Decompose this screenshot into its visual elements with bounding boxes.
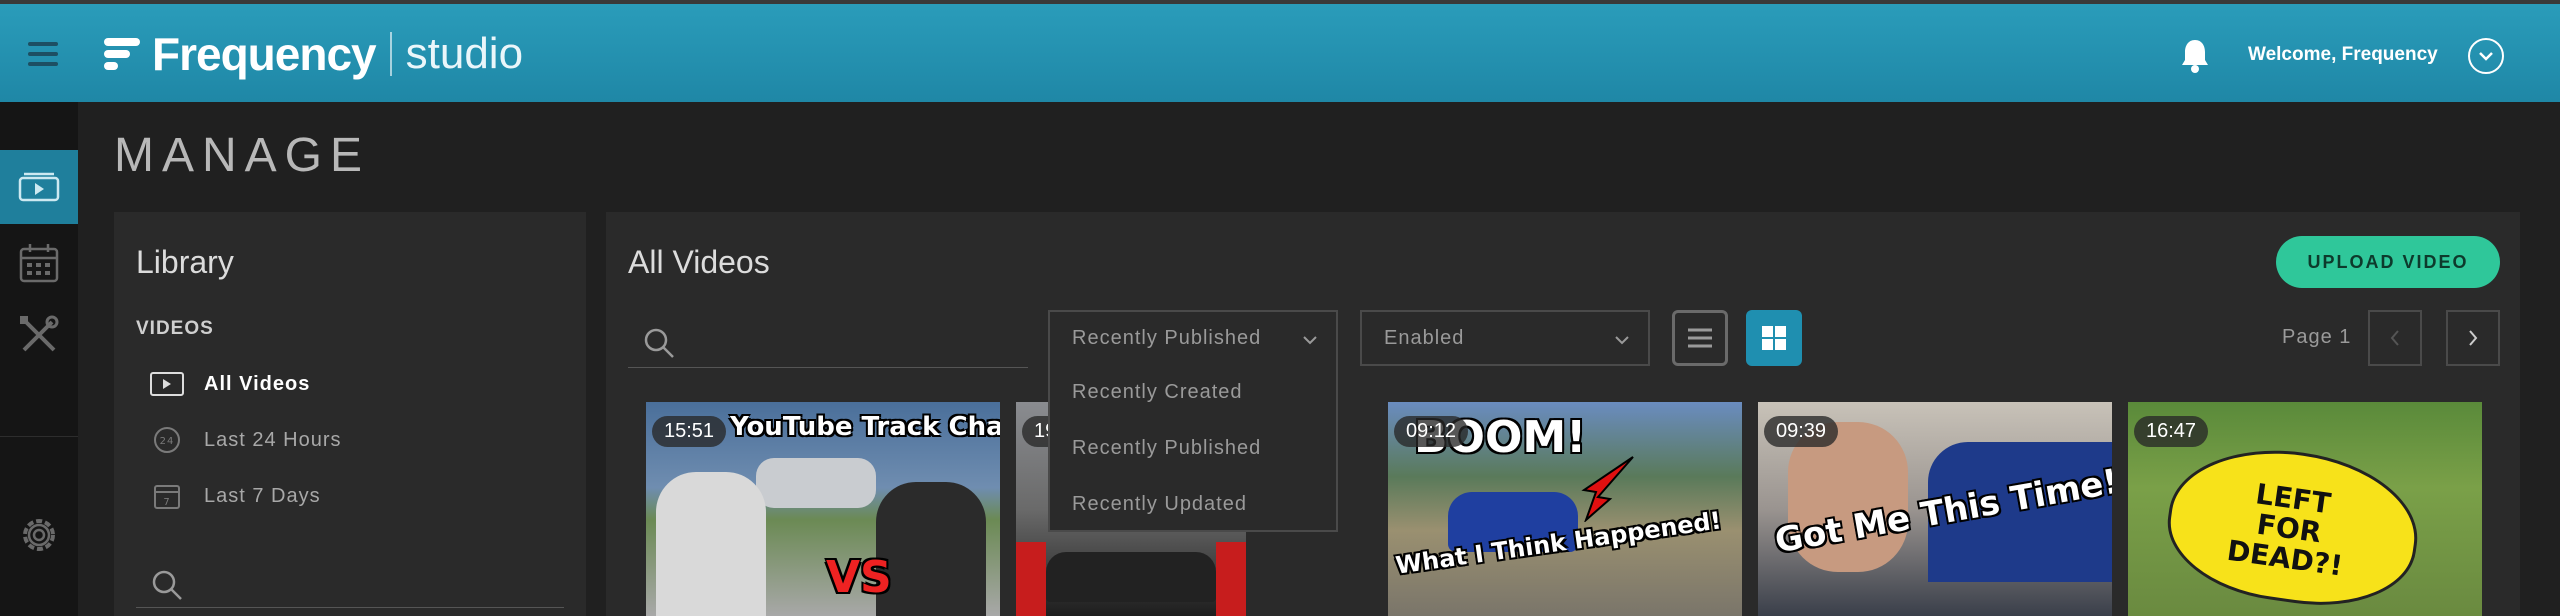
thumbnail-person: [656, 472, 766, 616]
list-view-icon: [1688, 328, 1712, 348]
thumbnail-text: LEFT FOR DEAD?!: [2225, 477, 2345, 583]
hamburger-menu-icon[interactable]: [28, 42, 58, 66]
video-card[interactable]: 15:51 YouTube Track Challenge VS: [646, 402, 1000, 616]
thumbnail-text: YouTube Track Challenge: [730, 412, 1000, 442]
video-card[interactable]: 09:12 BOOM! What I Think Happened!: [1388, 402, 1742, 616]
library-item-label: Last 7 Days: [204, 484, 321, 507]
thumbnail-lift: [1216, 542, 1246, 616]
library-search-input[interactable]: [136, 558, 564, 608]
clock-24-icon: 24: [150, 426, 184, 454]
status-select[interactable]: Enabled: [1360, 310, 1650, 366]
welcome-message: Welcome, Frequency: [2248, 44, 2438, 65]
video-duration: 15:51: [652, 416, 727, 447]
video-duration: 09:12: [1394, 416, 1469, 447]
rail-video-library-icon[interactable]: [0, 150, 78, 224]
thumbnail-lift: [1016, 542, 1046, 616]
rail-tools-icon[interactable]: [0, 298, 78, 372]
library-item-last-7-days[interactable]: 7 Last 7 Days: [150, 480, 321, 512]
library-item-label: Last 24 Hours: [204, 428, 342, 451]
videos-panel: All Videos UPLOAD VIDEO Recently Publish…: [606, 212, 2520, 616]
library-item-label: All Videos: [204, 372, 311, 395]
sort-selected-value: Recently Published: [1072, 326, 1262, 349]
sort-select[interactable]: Recently Published: [1048, 310, 1338, 366]
previous-page-button[interactable]: [2368, 310, 2422, 366]
grid-view-icon: [1762, 326, 1786, 350]
video-duration: 09:39: [1764, 416, 1839, 447]
svg-text:24: 24: [160, 436, 175, 447]
calendar-7-icon: 7: [150, 482, 184, 510]
rail-settings-gear-icon[interactable]: [0, 498, 78, 572]
svg-text:7: 7: [163, 497, 170, 508]
thumbnail-person: [876, 482, 986, 616]
video-icon: [150, 370, 184, 398]
search-icon: [152, 570, 182, 600]
sort-option-recently-published[interactable]: Recently Published: [1050, 420, 1336, 476]
sort-option-recently-updated[interactable]: Recently Updated: [1050, 476, 1336, 532]
red-arrow-icon: [1581, 456, 1634, 522]
notifications-bell-icon[interactable]: [2180, 38, 2210, 74]
chevron-left-icon: [2390, 330, 2399, 346]
rail-divider: [0, 436, 78, 437]
video-duration: 16:47: [2134, 416, 2209, 447]
frequency-studio-logo[interactable]: Frequency studio: [100, 26, 523, 82]
brand-name: Frequency: [152, 28, 377, 80]
top-bar: Frequency studio Welcome, Frequency: [0, 0, 2560, 102]
frequency-logo-mark-icon: [100, 34, 144, 74]
library-item-all-videos[interactable]: All Videos: [150, 368, 310, 400]
list-view-button[interactable]: [1672, 310, 1728, 366]
library-item-last-24-hours[interactable]: 24 Last 24 Hours: [150, 424, 342, 456]
page-title: MANAGE: [114, 129, 371, 182]
page-indicator: Page 1: [2282, 326, 2352, 348]
library-panel: Library VIDEOS All Videos 24 Last 24 Hou…: [114, 212, 586, 616]
thumbnail-text: VS: [826, 552, 892, 603]
videos-section-label: VIDEOS: [136, 318, 214, 339]
panel-title: All Videos: [628, 244, 770, 280]
next-page-button[interactable]: [2446, 310, 2500, 366]
upload-video-button[interactable]: UPLOAD VIDEO: [2276, 236, 2500, 288]
chevron-down-icon: [1615, 336, 1629, 345]
search-icon: [644, 328, 674, 358]
video-card[interactable]: 16:47 LEFT FOR DEAD?!: [2128, 402, 2482, 616]
status-selected-value: Enabled: [1384, 326, 1465, 349]
chevron-down-icon: [1303, 336, 1317, 345]
video-search-input[interactable]: [628, 316, 1028, 368]
video-card[interactable]: 09:39 Got Me This Time!: [1758, 402, 2112, 616]
logo-separator: [389, 32, 392, 76]
left-navigation-rail: [0, 102, 78, 616]
grid-view-button[interactable]: [1746, 310, 1802, 366]
product-name: studio: [405, 29, 524, 78]
rail-calendar-icon[interactable]: [0, 226, 78, 300]
thumbnail-car: [1046, 552, 1216, 602]
sort-dropdown-menu: Recently Created Recently Published Rece…: [1048, 364, 1338, 532]
sort-option-recently-created[interactable]: Recently Created: [1050, 364, 1336, 420]
library-title: Library: [136, 244, 234, 280]
user-menu-chevron-icon[interactable]: [2468, 38, 2504, 74]
chevron-right-icon: [2469, 330, 2478, 346]
thumbnail-car: [756, 458, 876, 508]
